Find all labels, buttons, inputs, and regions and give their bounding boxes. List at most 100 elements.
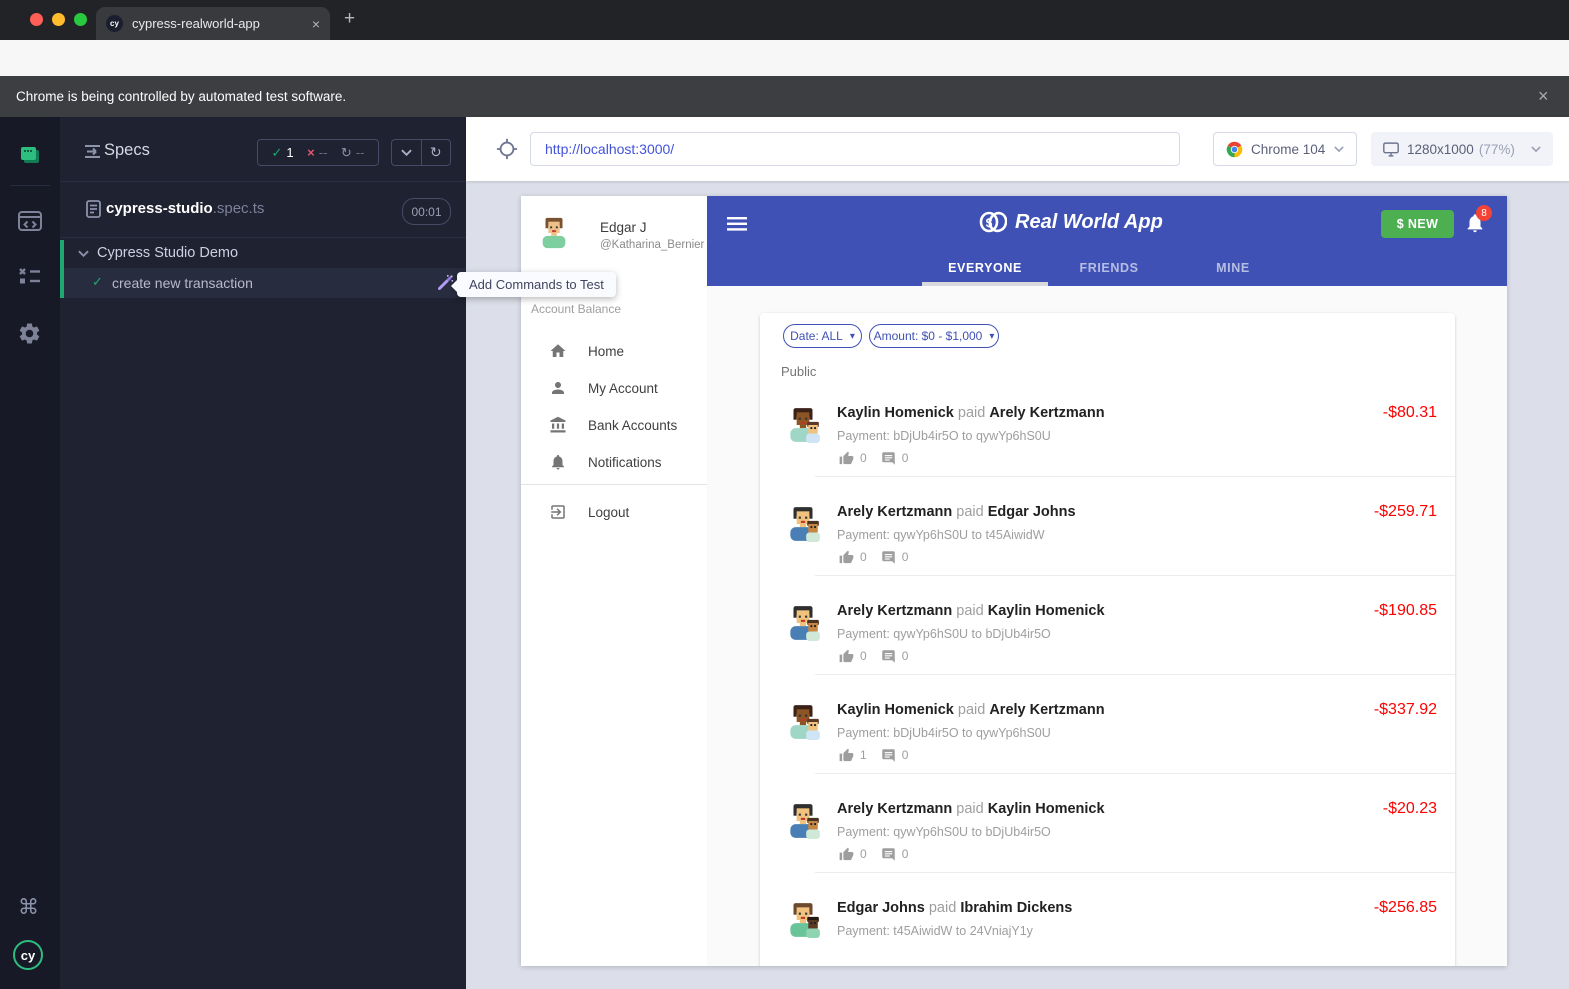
suite-chevron-icon — [78, 250, 89, 257]
comment-button-icon[interactable] — [881, 550, 896, 565]
browser-toolbar: ← → ↻ localhost:3000/__/#/specs/runner?f… — [0, 40, 1569, 77]
tx-detail: Payment: qywYp6hS0U to t45AiwidW — [837, 527, 1045, 544]
section-label: Public — [781, 364, 816, 379]
spec-name: cypress-studio — [106, 200, 213, 217]
run-stats[interactable]: ✓ 1 × -- ↻ -- — [257, 139, 379, 166]
panel-controls: ↻ — [391, 139, 451, 166]
spec-file-row[interactable]: cypress-studio.spec.ts 00:01 — [60, 187, 466, 231]
sidebar-item-logout[interactable]: Logout — [521, 501, 707, 523]
tx-receiver: Ibrahim Dickens — [960, 900, 1072, 916]
tx-sender: Kaylin Homenick — [837, 405, 954, 421]
tx-comments: 0 — [902, 649, 909, 663]
app-url-field[interactable] — [530, 132, 1180, 166]
tab-everyone[interactable]: EVERYONE — [923, 254, 1047, 282]
spec-ext: .spec.ts — [213, 200, 265, 217]
app-logo[interactable]: $ Real World App — [979, 209, 1169, 235]
transaction-row[interactable]: Arely Kertzmann paid Kaylin Homenick Pay… — [760, 774, 1455, 873]
account-balance-label: Account Balance — [521, 302, 631, 316]
viewport-label: 1280x1000 — [1407, 142, 1474, 157]
transaction-list: Kaylin Homenick paid Arely Kertzmann Pay… — [760, 378, 1455, 966]
passed-icon: ✓ — [272, 145, 283, 161]
tab-close-icon[interactable]: × — [312, 16, 320, 32]
tx-sender: Arely Kertzmann — [837, 603, 952, 619]
banner-text: Chrome is being controlled by automated … — [16, 89, 346, 104]
tx-comments: 0 — [902, 451, 909, 465]
person-icon — [549, 379, 567, 397]
rail-divider — [10, 185, 50, 186]
like-button-icon[interactable] — [839, 748, 854, 763]
like-button-icon[interactable] — [839, 451, 854, 466]
cypress-logo[interactable]: cy — [13, 940, 43, 970]
tx-detail: Payment: bDjUb4ir5O to qywYp6hS0U — [837, 725, 1051, 742]
tx-receiver: Kaylin Homenick — [988, 801, 1105, 817]
traffic-light-close[interactable] — [30, 13, 43, 26]
keyboard-shortcuts-icon[interactable]: ⌘ — [18, 895, 39, 920]
app-url-input[interactable] — [531, 133, 1207, 165]
screen: cy cypress-realworld-app × + ← → ↻ local… — [0, 0, 1569, 989]
cypress-rail: ⌘ cy — [0, 117, 61, 989]
tx-action: paid — [956, 603, 987, 619]
app-header: $ Real World App $ NEW 8 EVERYONE FRIEND… — [707, 196, 1507, 286]
tx-detail: Payment: qywYp6hS0U to bDjUb4ir5O — [837, 824, 1051, 841]
sidebar-item-my-account[interactable]: My Account — [521, 377, 707, 399]
tx-receiver: Arely Kertzmann — [989, 405, 1104, 421]
nav-label: Notifications — [588, 455, 662, 470]
like-button-icon[interactable] — [839, 649, 854, 664]
suite-title: Cypress Studio Demo — [97, 245, 238, 261]
tx-action: paid — [929, 900, 960, 916]
tx-amount: -$20.23 — [1383, 799, 1437, 819]
transaction-row[interactable]: Kaylin Homenick paid Arely Kertzmann Pay… — [760, 378, 1455, 477]
specs-panel: Specs ✓ 1 × -- ↻ -- ↻ cypress-studio.spe… — [60, 117, 466, 989]
panel-collapse-icon[interactable] — [84, 144, 101, 159]
rail-test-list-icon[interactable] — [17, 265, 43, 287]
comment-button-icon[interactable] — [881, 748, 896, 763]
sidebar-item-bank-accounts[interactable]: Bank Accounts — [521, 414, 707, 436]
sidebar-item-notifications[interactable]: Notifications — [521, 451, 707, 473]
browser-tab[interactable]: cy cypress-realworld-app × — [96, 7, 330, 40]
like-button-icon[interactable] — [839, 847, 854, 862]
cypress-favicon-icon: cy — [106, 15, 123, 32]
test-row[interactable]: ✓ create new transaction — [64, 268, 466, 298]
aut-iframe: Edgar J @Katharina_Bernier 7 Account Bal… — [521, 196, 1507, 966]
rail-settings-gear-icon[interactable] — [17, 321, 42, 346]
amount-filter-label: Amount: $0 - $1,000 — [874, 329, 983, 343]
refresh-icon[interactable]: ↻ — [422, 144, 451, 161]
sidebar-item-home[interactable]: Home — [521, 340, 707, 362]
divider — [521, 484, 707, 485]
amount-filter-chip[interactable]: Amount: $0 - $1,000 ▾ — [869, 324, 999, 348]
hamburger-menu-icon[interactable] — [727, 217, 747, 231]
comment-button-icon[interactable] — [881, 847, 896, 862]
transaction-row[interactable]: Edgar Johns paid Ibrahim Dickens Payment… — [760, 873, 1455, 966]
viewport-select[interactable]: 1280x1000 (77%) — [1371, 132, 1553, 166]
tx-sender: Edgar Johns — [837, 900, 925, 916]
date-filter-chip[interactable]: Date: ALL ▾ — [783, 324, 862, 348]
tx-amount: -$190.85 — [1374, 601, 1437, 621]
notification-badge: 8 — [1476, 205, 1492, 221]
tx-amount: -$256.85 — [1374, 898, 1437, 918]
comment-button-icon[interactable] — [881, 649, 896, 664]
transaction-row[interactable]: Kaylin Homenick paid Arely Kertzmann Pay… — [760, 675, 1455, 774]
transaction-row[interactable]: Arely Kertzmann paid Kaylin Homenick Pay… — [760, 576, 1455, 675]
suite-row[interactable]: Cypress Studio Demo — [64, 240, 466, 268]
banner-close-icon[interactable]: × — [1538, 76, 1549, 117]
new-transaction-button[interactable]: $ NEW — [1381, 210, 1454, 238]
tx-receiver: Kaylin Homenick — [988, 603, 1105, 619]
collapse-all-chevron-icon[interactable] — [392, 149, 421, 156]
new-tab-button[interactable]: + — [344, 8, 355, 30]
like-button-icon[interactable] — [839, 550, 854, 565]
browser-select[interactable]: Chrome 104 — [1213, 132, 1357, 166]
viewport-icon — [1383, 142, 1399, 157]
tx-avatar — [784, 406, 822, 444]
rail-code-window-icon[interactable] — [17, 209, 43, 233]
bell-icon — [549, 453, 567, 471]
traffic-light-zoom[interactable] — [74, 13, 87, 26]
browser-select-label: Chrome 104 — [1251, 142, 1334, 157]
transaction-row[interactable]: Arely Kertzmann paid Edgar Johns Payment… — [760, 477, 1455, 576]
traffic-light-minimize[interactable] — [52, 13, 65, 26]
comment-button-icon[interactable] — [881, 451, 896, 466]
tab-mine[interactable]: MINE — [1171, 254, 1295, 282]
date-filter-label: Date: ALL — [790, 329, 843, 343]
tab-friends[interactable]: FRIENDS — [1047, 254, 1171, 282]
selector-playground-icon[interactable] — [496, 138, 518, 160]
rail-specs-icon[interactable] — [17, 143, 43, 169]
